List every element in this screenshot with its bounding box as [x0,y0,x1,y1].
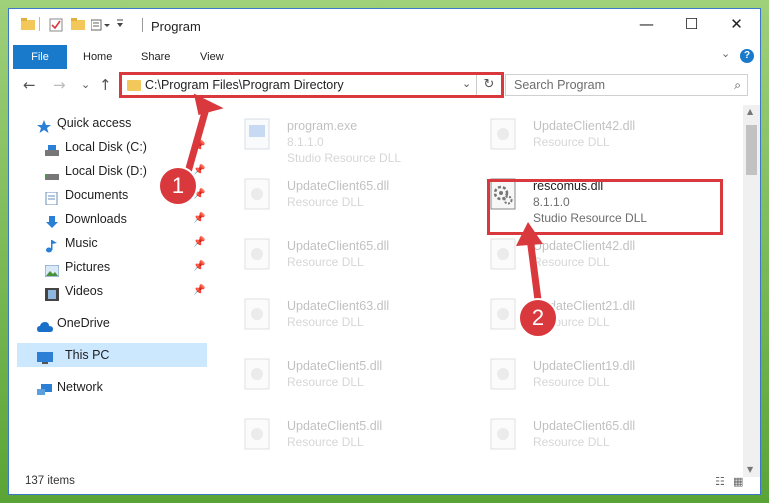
annotation-arrows [184,93,543,301]
callout-1: 1 [158,166,198,206]
arrow-2 [526,237,542,301]
arrow-2-head [516,222,543,246]
arrow-1-head [193,93,224,115]
arrow-1 [184,104,211,173]
callout-2: 2 [518,298,558,338]
